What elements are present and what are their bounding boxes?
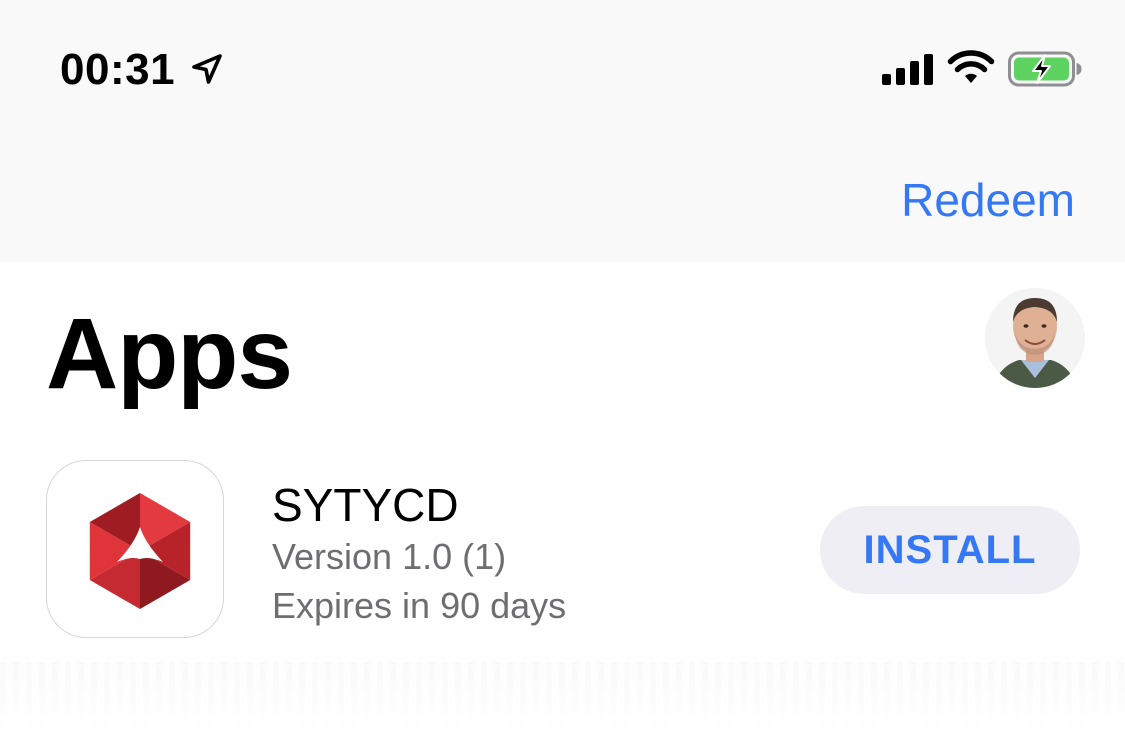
install-button[interactable]: INSTALL xyxy=(820,506,1080,594)
app-name: SYTYCD xyxy=(272,479,459,531)
app-expiry: Expires in 90 days xyxy=(272,585,567,626)
wifi-icon xyxy=(947,50,995,83)
app-version: Version 1.0 (1) xyxy=(272,536,507,577)
status-time: 00:31 xyxy=(60,45,176,94)
screen: 00:31 Redeem Apps SYTYCD Version 1.0 (1)… xyxy=(0,0,1125,736)
cellular-signal-icon xyxy=(882,54,933,85)
page-title: Apps xyxy=(46,298,293,410)
faded-list-row xyxy=(0,662,1125,736)
redeem-button[interactable]: Redeem xyxy=(901,172,1075,228)
battery-charging-icon xyxy=(1008,51,1082,87)
app-icon-sytycd[interactable] xyxy=(46,460,224,638)
avatar-portrait-icon xyxy=(985,288,1085,388)
user-avatar[interactable] xyxy=(985,288,1085,388)
red-hexagon-logo-icon xyxy=(89,493,191,609)
location-arrow-icon xyxy=(192,54,222,84)
